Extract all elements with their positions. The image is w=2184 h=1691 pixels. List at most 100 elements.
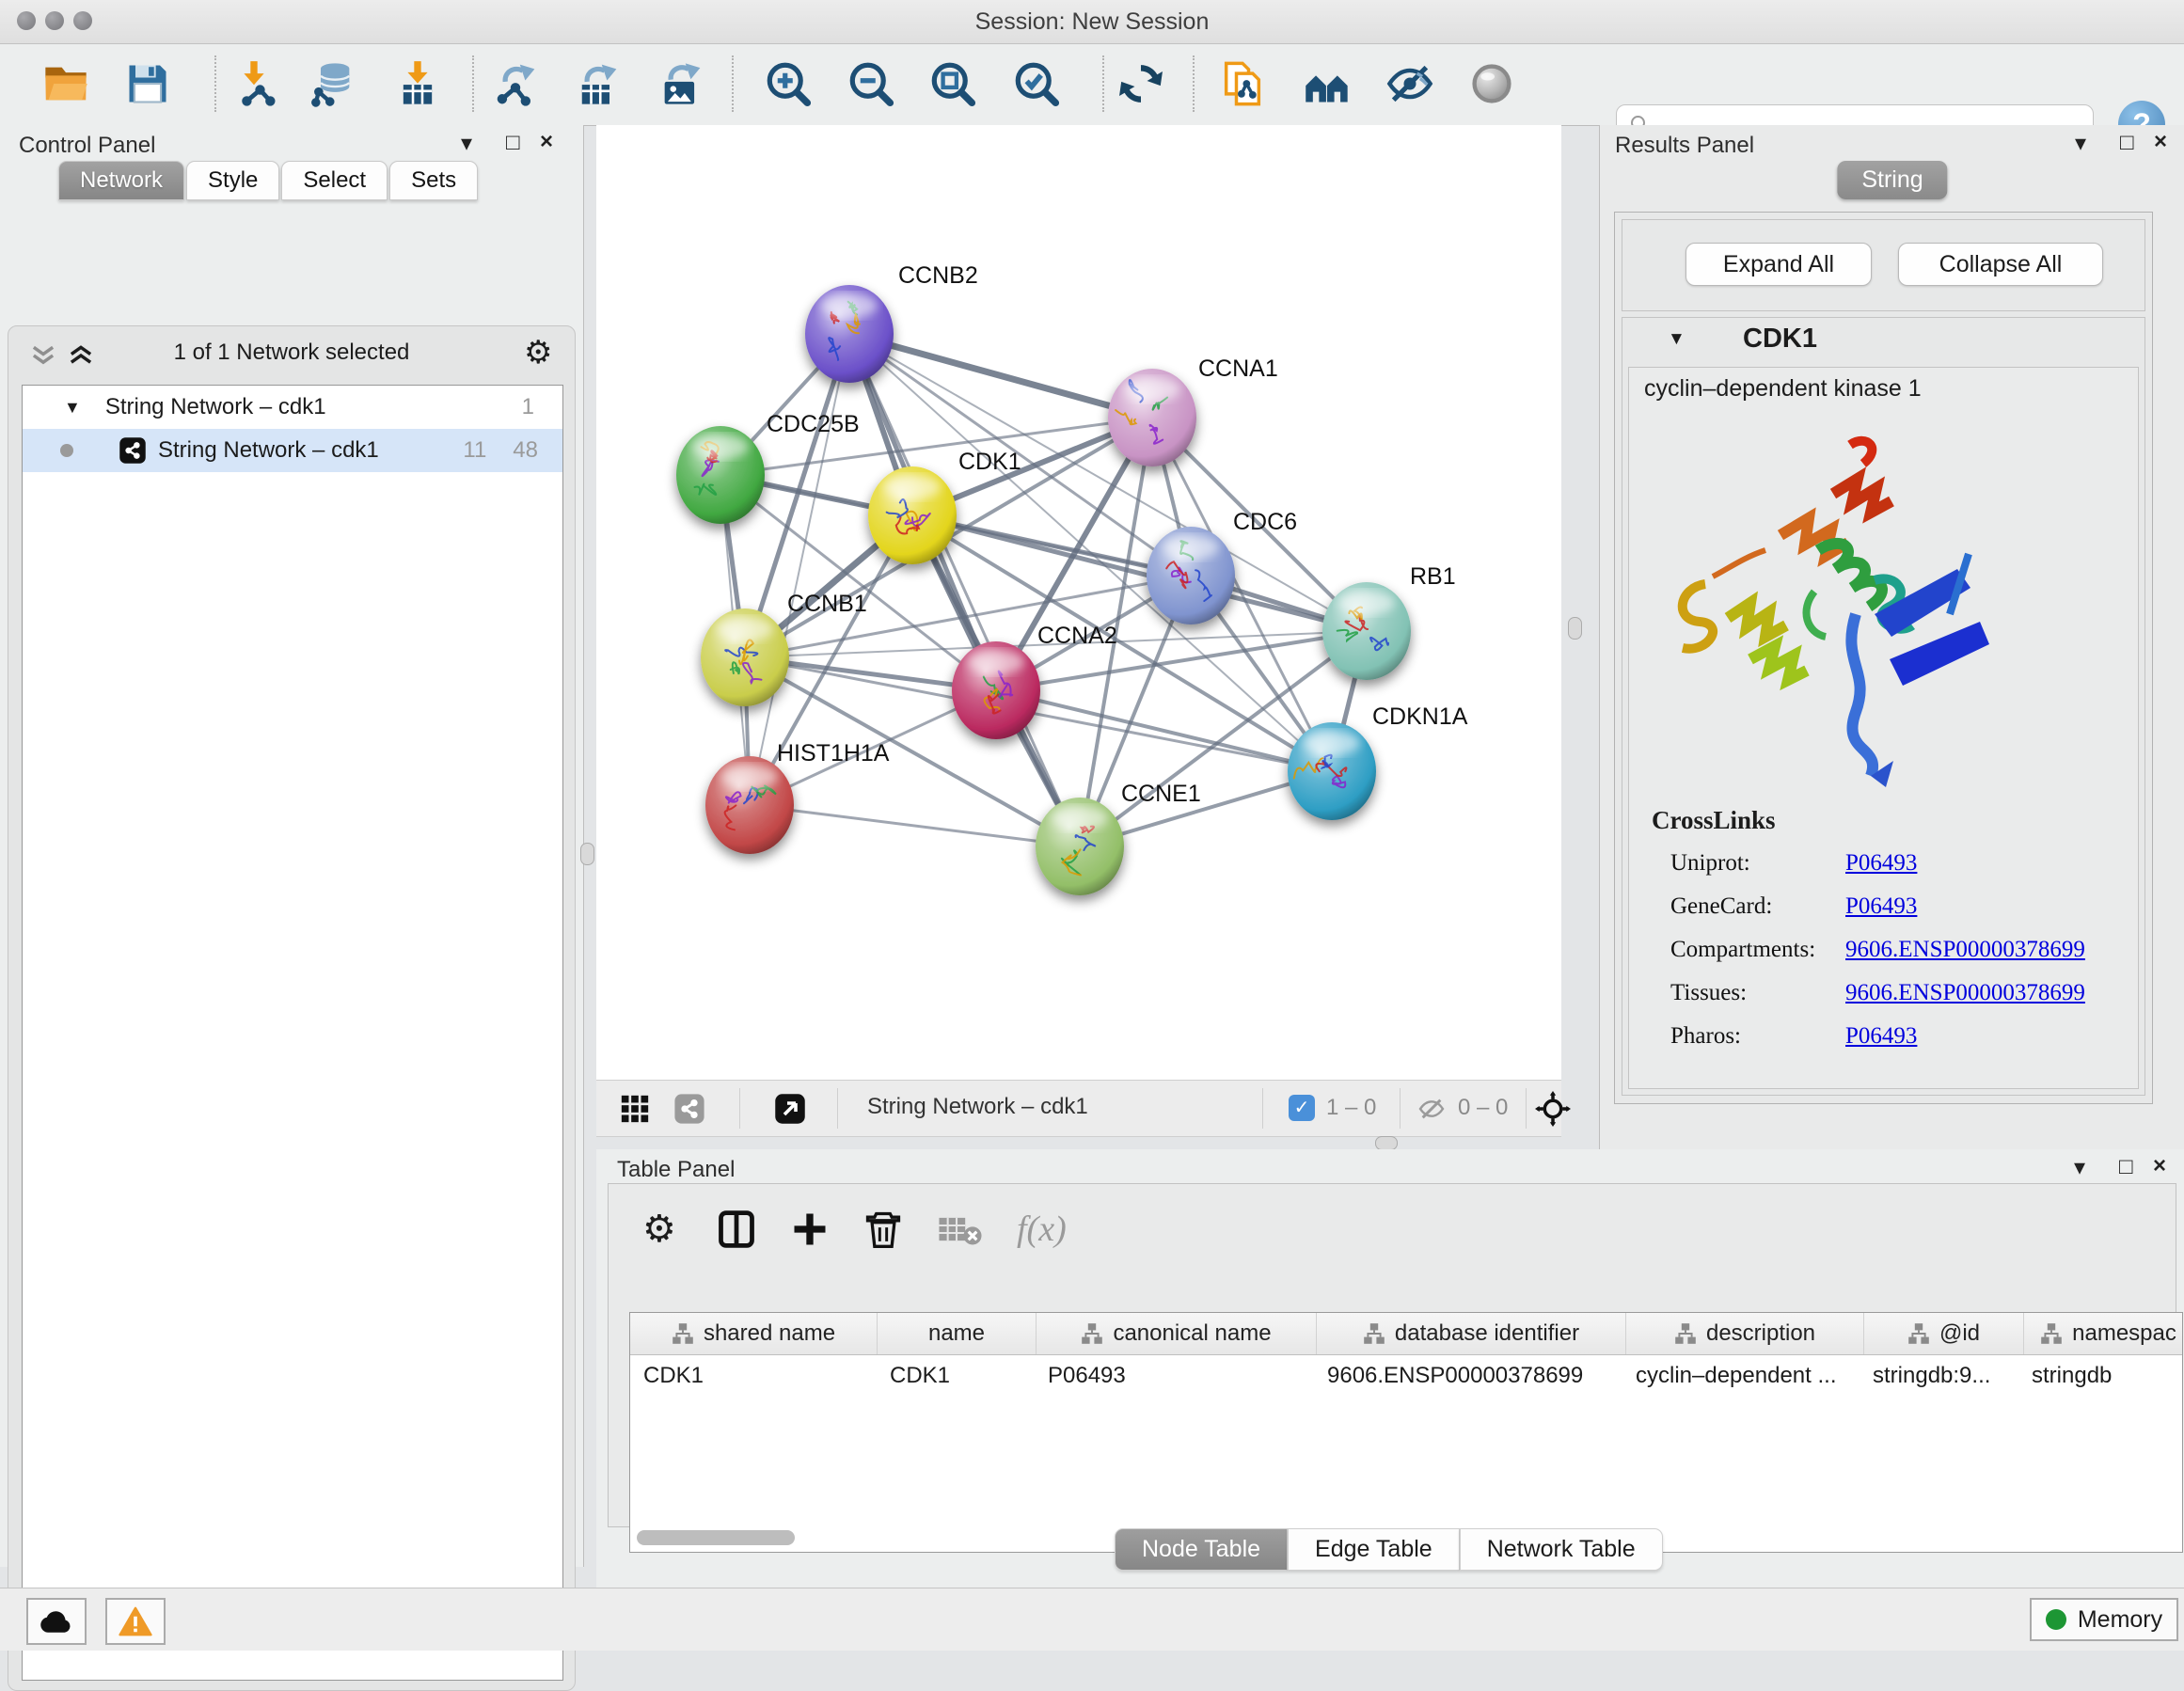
network-row[interactable]: String Network – cdk1 11 48	[23, 429, 562, 472]
network-node-ccnb2[interactable]	[805, 285, 894, 383]
table-settings-gear-icon[interactable]: ⚙	[642, 1209, 684, 1250]
tab-network[interactable]: Network	[58, 161, 184, 200]
titlebar: Session: New Session	[0, 0, 2184, 44]
close-panel-icon[interactable]: ×	[540, 129, 553, 155]
tab-node-table[interactable]: Node Table	[1115, 1528, 1288, 1571]
column-header-shared-name[interactable]: shared name	[630, 1313, 878, 1354]
entry-gene-name: CDK1	[1743, 324, 1817, 355]
table-cell[interactable]: CDK1	[877, 1355, 1035, 1397]
show-all-button[interactable]	[1467, 59, 1516, 108]
open-session-button[interactable]	[41, 59, 90, 108]
collapse-all-button[interactable]: Collapse All	[1898, 243, 2103, 286]
import-table-file-button[interactable]	[393, 59, 442, 108]
function-builder-button[interactable]: f(x)	[1017, 1209, 1067, 1250]
table-cell[interactable]: cyclin–dependent ...	[1622, 1355, 1860, 1397]
show-columns-icon[interactable]	[716, 1209, 757, 1250]
column-header-namespac[interactable]: namespac	[2024, 1313, 2183, 1354]
memory-button[interactable]: Memory	[2030, 1598, 2178, 1641]
refresh-network-button[interactable]	[1116, 59, 1165, 108]
import-network-file-button[interactable]	[229, 59, 278, 108]
tab-select[interactable]: Select	[281, 161, 388, 200]
table-cell[interactable]: stringdb:9...	[1860, 1355, 2018, 1397]
network-edge[interactable]	[750, 805, 1080, 846]
table-cell[interactable]: P06493	[1035, 1355, 1314, 1397]
tab-style[interactable]: Style	[186, 161, 279, 200]
cloud-sync-button[interactable]	[26, 1598, 87, 1645]
network-node-ccna1[interactable]	[1108, 369, 1196, 466]
hidden-eye-icon[interactable]	[1416, 1094, 1447, 1124]
float-panel-icon[interactable]: □	[506, 130, 520, 156]
network-canvas[interactable]: CCNB2CCNA1CDC25BCDK1CDC6RB1CCNB1CCNA2CDK…	[596, 125, 1561, 1080]
export-image-button[interactable]	[657, 59, 705, 108]
tab-string[interactable]: String	[1837, 161, 1947, 199]
network-node-ccne1[interactable]	[1036, 798, 1124, 895]
network-node-cdc6[interactable]	[1147, 527, 1235, 624]
zoom-out-button[interactable]	[847, 59, 895, 108]
close-panel-icon[interactable]: ×	[2153, 1153, 2166, 1179]
grid-view-icon[interactable]	[619, 1093, 651, 1125]
tree-expanded-icon[interactable]: ▼	[64, 398, 81, 418]
network-edge[interactable]	[750, 334, 849, 805]
collapse-panel-icon[interactable]: ▾	[2074, 1155, 2085, 1181]
network-options-gear-icon[interactable]: ⚙	[524, 334, 552, 371]
hide-selected-button[interactable]	[1385, 59, 1434, 108]
table-row[interactable]: CDK1CDK1P064939606.ENSP00000378699cyclin…	[630, 1355, 2182, 1397]
tab-network-table[interactable]: Network Table	[1460, 1528, 1663, 1571]
zoom-fit-button[interactable]	[928, 59, 977, 108]
entry-collapse-icon[interactable]: ▼	[1668, 329, 1685, 350]
table-rows: CDK1CDK1P064939606.ENSP00000378699cyclin…	[630, 1355, 2182, 1397]
vertical-splitter-handle[interactable]	[1568, 617, 1582, 640]
selected-nodes-checkbox[interactable]: ✓	[1289, 1095, 1315, 1121]
crosslink-uniprot-link[interactable]: P06493	[1845, 850, 1917, 877]
table-cell[interactable]: stringdb	[2018, 1355, 2183, 1397]
network-edge[interactable]	[849, 334, 1080, 846]
crosslink-compartments-link[interactable]: 9606.ENSP00000378699	[1845, 937, 2085, 963]
duplicate-network-button[interactable]	[1218, 59, 1267, 108]
network-node-ccnb1[interactable]	[701, 608, 789, 706]
delete-table-icon[interactable]	[936, 1209, 985, 1250]
column-header-database-identifier[interactable]: database identifier	[1317, 1313, 1626, 1354]
warnings-button[interactable]	[105, 1598, 166, 1645]
network-node-cdk1[interactable]	[868, 466, 957, 564]
table-horizontal-scrollbar[interactable]	[637, 1530, 795, 1545]
network-list-icon[interactable]	[673, 1093, 705, 1125]
network-node-cdkn1a[interactable]	[1288, 722, 1376, 820]
tab-sets[interactable]: Sets	[389, 161, 478, 200]
vertical-splitter-handle[interactable]	[580, 843, 594, 865]
open-view-in-window-icon[interactable]	[773, 1092, 807, 1126]
horizontal-splitter-handle[interactable]	[1375, 1136, 1398, 1150]
network-node-cdc25b[interactable]	[676, 426, 765, 524]
table-cell[interactable]: CDK1	[630, 1355, 877, 1397]
network-collection-row[interactable]: ▼ String Network – cdk1 1	[23, 386, 562, 429]
export-table-button[interactable]	[573, 59, 622, 108]
crosslink-genecard-link[interactable]: P06493	[1845, 893, 1917, 920]
column-header-canonical-name[interactable]: canonical name	[1037, 1313, 1317, 1354]
memory-label: Memory	[2078, 1606, 2162, 1634]
close-panel-icon[interactable]: ×	[2154, 129, 2167, 155]
network-node-rb1[interactable]	[1322, 582, 1411, 680]
network-node-ccna2[interactable]	[952, 641, 1040, 739]
delete-column-icon[interactable]	[863, 1209, 904, 1250]
table-cell[interactable]: 9606.ENSP00000378699	[1314, 1355, 1622, 1397]
import-network-database-button[interactable]	[309, 59, 357, 108]
expand-all-button[interactable]: Expand All	[1685, 243, 1872, 286]
column-header-description[interactable]: description	[1626, 1313, 1864, 1354]
column-header-id[interactable]: @id	[1864, 1313, 2024, 1354]
crosslink-tissues-link[interactable]: 9606.ENSP00000378699	[1845, 980, 2085, 1006]
save-session-button[interactable]	[123, 59, 172, 108]
zoom-selected-button[interactable]	[1012, 59, 1061, 108]
float-panel-icon[interactable]: □	[2119, 1154, 2133, 1180]
fit-content-crosshair-icon[interactable]	[1535, 1091, 1571, 1127]
tab-edge-table[interactable]: Edge Table	[1288, 1528, 1460, 1571]
crosslink-pharos-link[interactable]: P06493	[1845, 1023, 1917, 1050]
column-header-name[interactable]: name	[878, 1313, 1037, 1354]
add-column-icon[interactable]	[789, 1209, 831, 1250]
zoom-in-button[interactable]	[764, 59, 813, 108]
column-label: shared name	[704, 1320, 835, 1347]
first-neighbors-button[interactable]	[1303, 59, 1352, 108]
float-panel-icon[interactable]: □	[2120, 130, 2134, 156]
collapse-panel-icon[interactable]: ▾	[2075, 131, 2086, 157]
export-network-button[interactable]	[491, 59, 540, 108]
network-node-hist1h1a[interactable]	[705, 756, 794, 854]
collapse-panel-icon[interactable]: ▾	[461, 131, 472, 157]
